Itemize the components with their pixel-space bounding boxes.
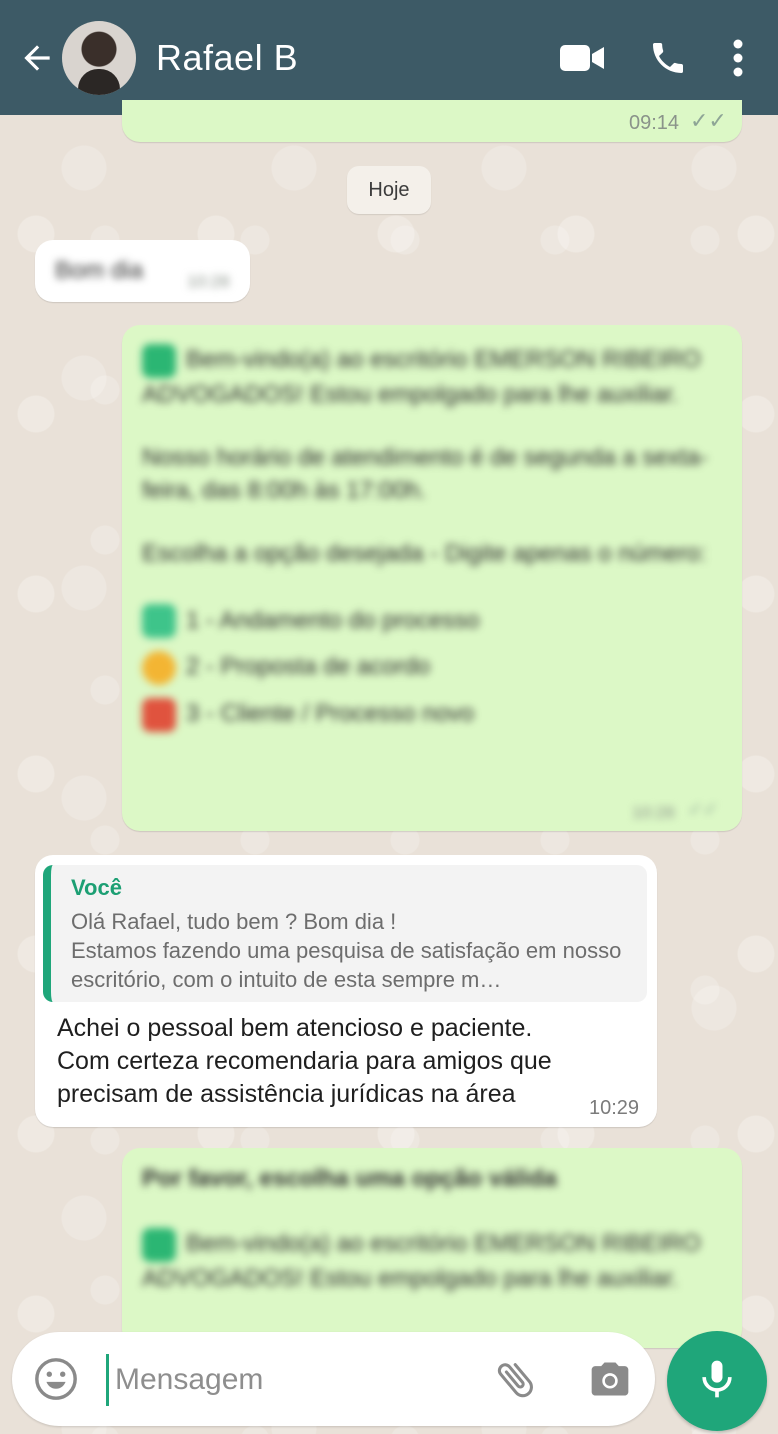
mic-button[interactable] [667,1331,767,1431]
more-vert-icon[interactable] [714,34,762,82]
quoted-message[interactable]: Você Olá Rafael, tudo bem ? Bom dia ! Es… [43,865,647,1002]
message-text: Bem-vindo(a) ao escritório EMERSON RIBEI… [142,343,712,411]
emoji-icon[interactable] [32,1355,80,1403]
chat-header: Rafael B [0,0,778,115]
day-separator: Hoje [347,166,431,214]
avatar[interactable] [62,20,136,95]
option-emoji-icon [142,650,176,685]
message-bubble-incoming[interactable]: Bom dia 10:28 [35,240,250,302]
message-composer [12,1332,655,1426]
contact-name[interactable]: Rafael B [156,37,520,79]
back-arrow-icon[interactable] [16,37,58,79]
message-input[interactable] [106,1354,487,1406]
quote-author: Você [71,875,122,900]
message-time: 10:28 [632,803,675,822]
read-ticks-icon: ✓✓ [688,799,719,819]
message-time: 09:14 [629,112,680,134]
video-call-icon[interactable] [558,34,606,82]
quote-text: Olá Rafael, tudo bem ? Bom dia ! Estamos… [71,909,622,992]
message-text: Nosso horário de atendimento é de segund… [142,443,708,504]
message-bubble-outgoing[interactable]: Bem-vindo(a) ao escritório EMERSON RIBEI… [122,325,742,831]
phone-icon[interactable] [644,34,692,82]
camera-icon[interactable] [586,1355,634,1403]
attach-icon[interactable] [492,1355,540,1403]
option-emoji-icon [142,604,176,639]
message-bubble-outgoing[interactable]: 09:14 ✓✓ [122,100,742,142]
message-time: 10:29 [589,1097,640,1119]
message-text: Achei o pessoal bem atencioso e paciente… [57,1014,552,1108]
menu-option: 2 - Proposta de acordo [142,650,712,685]
read-ticks-icon: ✓✓ [690,108,727,133]
message-text: Escolha a opção desejada - Digite apenas… [142,539,707,567]
message-bubble-outgoing[interactable]: Por favor, escolha uma opção válida Bem-… [122,1148,742,1348]
menu-option: 1 - Andamento do processo [142,604,712,639]
check-emoji-icon [142,1227,176,1262]
message-title: Por favor, escolha uma opção válida [142,1165,557,1192]
menu-option: 3 - Cliente / Processo novo [142,697,712,732]
message-text: Bom dia [55,257,144,284]
message-text: Bem-vindo(a) ao escritório EMERSON RIBEI… [142,1227,712,1295]
message-time: 10:28 [187,272,230,291]
check-emoji-icon [142,343,176,378]
option-emoji-icon [142,697,176,732]
mic-icon [695,1357,739,1406]
